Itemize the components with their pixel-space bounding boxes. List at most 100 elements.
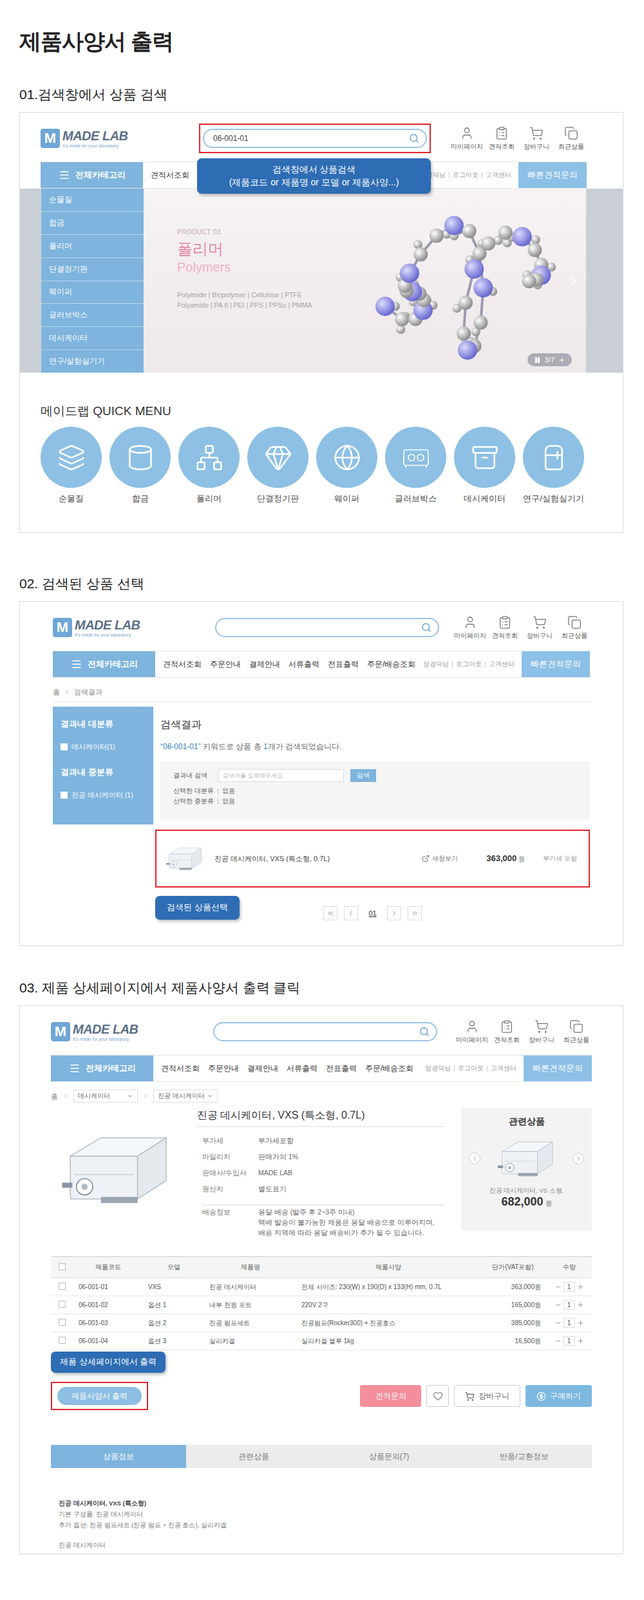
minus-icon[interactable] (554, 1284, 562, 1292)
quantity-stepper[interactable]: 1 (551, 1336, 587, 1347)
quick-menu-item[interactable]: 단결정기판 (247, 426, 309, 505)
user-link[interactable]: 정경덕님 (421, 1065, 455, 1073)
quick-quote-button[interactable]: 빠른견적문의 (523, 1056, 592, 1082)
nav-item[interactable]: 주문/배송조회 (367, 659, 416, 671)
quote-button[interactable]: 견적문의 (359, 1385, 422, 1408)
quick-menu-item[interactable]: 합금 (109, 426, 171, 505)
related-prev[interactable] (468, 1153, 481, 1165)
quantity-stepper[interactable]: 1 (551, 1300, 587, 1311)
wish-button[interactable] (426, 1385, 449, 1408)
category-item[interactable]: 글러브박스 (41, 303, 144, 328)
table-row[interactable]: 06-001-04옵션 3실리카겔실리카겔 블루 1kg16,500원1 (50, 1333, 592, 1352)
nav-item[interactable]: 결제안내 (247, 1063, 279, 1075)
category-item[interactable]: 폴리머 (41, 235, 144, 259)
table-row[interactable]: 06-001-03옵션 2진공 펌프세트진공펌프(Rocker300) + 진공… (50, 1315, 592, 1334)
logo[interactable]: MMADE LABIt's made for your laboratory. (40, 128, 199, 149)
quick-quote-button[interactable]: 빠른견적문의 (521, 651, 590, 678)
search-icon[interactable] (419, 1027, 430, 1038)
breadcrumb-item[interactable]: 홈 (52, 687, 60, 698)
filter-option[interactable]: 데시케이터(1) (60, 741, 146, 753)
all-categories-button[interactable]: 전체카테고리 (52, 651, 156, 678)
all-categories-button[interactable]: 전체카테고리 (50, 1056, 154, 1082)
category-item[interactable]: 웨이퍼 (41, 281, 144, 305)
quick-menu-item[interactable]: 연구/실험실기기 (522, 426, 585, 505)
header-link[interactable]: 견적조회 (489, 615, 521, 641)
product-row[interactable]: 진공 데시케이터, VXS (특소형, 0.7L)새창보기363,000원부가세… (155, 830, 590, 889)
quick-quote-button[interactable]: 빠른견적문의 (518, 162, 587, 189)
quantity-stepper[interactable]: 1 (551, 1282, 587, 1293)
table-row[interactable]: 06-001-01VXS진공 데시케이터전체 사이즈: 230(W) x 190… (50, 1278, 592, 1298)
minus-icon[interactable] (554, 1338, 562, 1346)
tab[interactable]: 상품정보 (50, 1445, 187, 1469)
category-item[interactable]: 합금 (41, 211, 144, 236)
header-link[interactable]: 장바구니 (524, 615, 556, 641)
header-link[interactable]: 견적조회 (491, 1020, 523, 1046)
quick-menu-item[interactable]: 순물질 (40, 426, 102, 505)
header-link[interactable]: 최근상품 (560, 1020, 592, 1046)
filter-option[interactable]: 진공 데시케이터 (1) (60, 790, 146, 801)
header-link[interactable]: 장바구니 (526, 1020, 558, 1046)
header-link[interactable]: 장바구니 (520, 126, 552, 152)
nav-item[interactable]: 결제안내 (249, 659, 281, 671)
search-icon[interactable] (408, 133, 420, 144)
quick-menu-item[interactable]: 폴리머 (178, 426, 240, 505)
banner-pager[interactable]: 3/7 (527, 353, 572, 367)
product-name[interactable]: 진공 데시케이터, VXS (특소형, 0.7L) (214, 854, 422, 865)
minus-icon[interactable] (554, 1302, 562, 1310)
first-page[interactable] (323, 906, 338, 921)
breadcrumb-item[interactable]: 홈 (50, 1092, 58, 1102)
related-name[interactable]: 진공 데시케이터, VS 소형, (489, 1187, 565, 1196)
nav-item[interactable]: 주문안내 (209, 659, 241, 671)
plus-icon[interactable] (577, 1320, 585, 1328)
view-link[interactable]: 새창보기 (421, 854, 487, 864)
user-link[interactable]: 정경덕님 (419, 661, 453, 668)
plus-icon[interactable] (577, 1338, 585, 1346)
cart-button[interactable]: 장바구니 (454, 1385, 521, 1408)
search-box[interactable] (215, 618, 440, 638)
quick-menu-item[interactable]: 데시케이터 (454, 426, 516, 505)
refine-input[interactable]: 검색어를 입력해주세요 (218, 769, 344, 783)
search-box[interactable]: 06-001-01 (202, 128, 427, 149)
breadcrumb-select[interactable]: 진공 데시케이터 (153, 1090, 218, 1104)
breadcrumb-select[interactable]: 데시케이터 (73, 1090, 138, 1104)
checkbox[interactable] (58, 1319, 66, 1327)
nav-item[interactable]: 전표출력 (325, 1063, 357, 1075)
user-link[interactable]: 로그아웃 (448, 171, 482, 179)
nav-item[interactable]: 견적서조회 (150, 170, 190, 181)
nav-item[interactable]: 주문안내 (208, 1063, 239, 1075)
nav-item[interactable]: 견적서조회 (161, 1063, 200, 1075)
nav-item[interactable]: 주문/배송조회 (365, 1063, 414, 1075)
quantity-stepper[interactable]: 1 (551, 1318, 587, 1329)
refine-button[interactable]: 검색 (350, 769, 377, 783)
related-next[interactable] (572, 1153, 585, 1165)
quick-menu-item[interactable]: 글러브박스 (385, 426, 447, 505)
plus-icon[interactable] (577, 1302, 585, 1310)
pause-icon[interactable] (533, 356, 541, 364)
plus-icon[interactable] (577, 1284, 585, 1292)
checkbox[interactable] (58, 1283, 66, 1291)
all-categories-button[interactable]: 전체카테고리 (40, 162, 143, 189)
header-link[interactable]: 최근상품 (558, 615, 590, 641)
next-page[interactable] (387, 906, 402, 921)
banner-next[interactable] (564, 271, 583, 290)
search-icon[interactable] (421, 622, 432, 634)
nav-item[interactable]: 서류출력 (286, 1063, 318, 1075)
nav-item[interactable]: 견적서조회 (162, 659, 202, 671)
category-item[interactable]: 순물질 (41, 188, 144, 212)
header-link[interactable]: 견적조회 (486, 126, 518, 152)
user-link[interactable]: 고객센터 (486, 1065, 520, 1073)
last-page[interactable] (407, 906, 422, 921)
logo[interactable]: MMADE LABIt's made for your laboratory. (50, 1022, 210, 1042)
checkbox[interactable] (58, 1301, 66, 1309)
tab[interactable]: 관련상품 (186, 1445, 322, 1469)
user-link[interactable]: 로그아웃 (452, 661, 485, 668)
checkbox[interactable] (58, 1337, 66, 1345)
header-link[interactable]: 마이페이지 (451, 126, 483, 152)
header-link[interactable]: 마이페이지 (454, 615, 486, 641)
minus-icon[interactable] (554, 1320, 562, 1328)
checkbox[interactable] (60, 743, 68, 751)
category-item[interactable]: 단결정기판 (41, 258, 144, 282)
plus-icon[interactable] (558, 356, 566, 364)
header-link[interactable]: 최근상품 (555, 126, 587, 152)
logo[interactable]: MMADE LABIt's made for your laboratory. (52, 618, 212, 638)
